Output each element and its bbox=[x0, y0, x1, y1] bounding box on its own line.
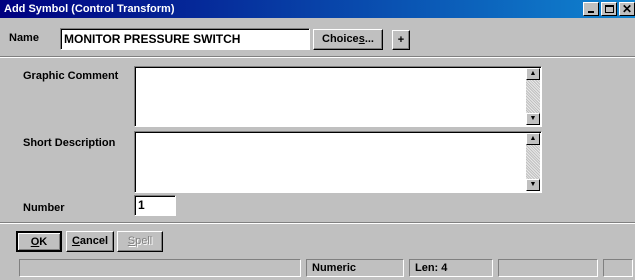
short-description-field[interactable]: ▲ ▼ bbox=[134, 131, 542, 193]
status-panel-4 bbox=[498, 259, 598, 277]
close-icon: ✕ bbox=[621, 2, 633, 16]
short-description-text bbox=[137, 134, 525, 190]
spell-accel: S bbox=[127, 235, 136, 247]
maximize-button[interactable] bbox=[601, 2, 617, 16]
scroll-up-icon[interactable]: ▲ bbox=[526, 133, 540, 145]
number-field[interactable]: 1 bbox=[134, 195, 176, 216]
choices-label-suffix: ... bbox=[364, 33, 374, 45]
graphic-comment-label: Graphic Comment bbox=[23, 70, 119, 82]
graphic-comment-field[interactable]: ▲ ▼ bbox=[134, 66, 542, 127]
graphic-comment-scrollbar[interactable]: ▲ ▼ bbox=[526, 68, 540, 125]
close-button[interactable]: ✕ bbox=[619, 2, 635, 16]
minimize-icon bbox=[588, 11, 594, 13]
ok-rest: K bbox=[39, 236, 48, 248]
spell-button[interactable]: Spell bbox=[117, 231, 163, 252]
divider-top bbox=[0, 56, 635, 58]
scroll-down-icon[interactable]: ▼ bbox=[526, 113, 540, 125]
graphic-comment-text bbox=[137, 69, 525, 124]
short-description-label: Short Description bbox=[23, 137, 116, 149]
add-choice-button[interactable]: + bbox=[392, 30, 410, 50]
maximize-icon bbox=[605, 5, 614, 13]
status-panel-5 bbox=[603, 259, 633, 277]
minimize-button[interactable] bbox=[583, 2, 599, 16]
choices-label-prefix: Choice bbox=[322, 33, 359, 45]
scroll-down-icon[interactable]: ▼ bbox=[526, 179, 540, 191]
divider-bottom bbox=[0, 222, 635, 224]
name-field[interactable]: MONITOR PRESSURE SWITCH bbox=[60, 28, 310, 50]
window-controls: ✕ bbox=[583, 2, 635, 16]
choices-button[interactable]: Choices... bbox=[313, 29, 383, 50]
cancel-accel: C bbox=[71, 235, 80, 247]
cancel-button[interactable]: Cancel bbox=[66, 231, 114, 252]
ok-accel: O bbox=[30, 236, 40, 248]
scroll-up-icon[interactable]: ▲ bbox=[526, 68, 540, 80]
number-label: Number bbox=[23, 202, 65, 214]
status-panel-main bbox=[19, 259, 301, 277]
status-mode: Numeric bbox=[306, 259, 404, 277]
spell-rest: pell bbox=[135, 235, 153, 247]
window-title: Add Symbol (Control Transform) bbox=[4, 3, 175, 15]
name-label: Name bbox=[9, 32, 39, 44]
ok-button[interactable]: OK bbox=[16, 231, 62, 252]
short-description-scrollbar[interactable]: ▲ ▼ bbox=[526, 133, 540, 191]
cancel-rest: ancel bbox=[79, 235, 109, 247]
status-length: Len: 4 bbox=[409, 259, 493, 277]
title-bar[interactable]: Add Symbol (Control Transform) ✕ bbox=[0, 0, 635, 18]
